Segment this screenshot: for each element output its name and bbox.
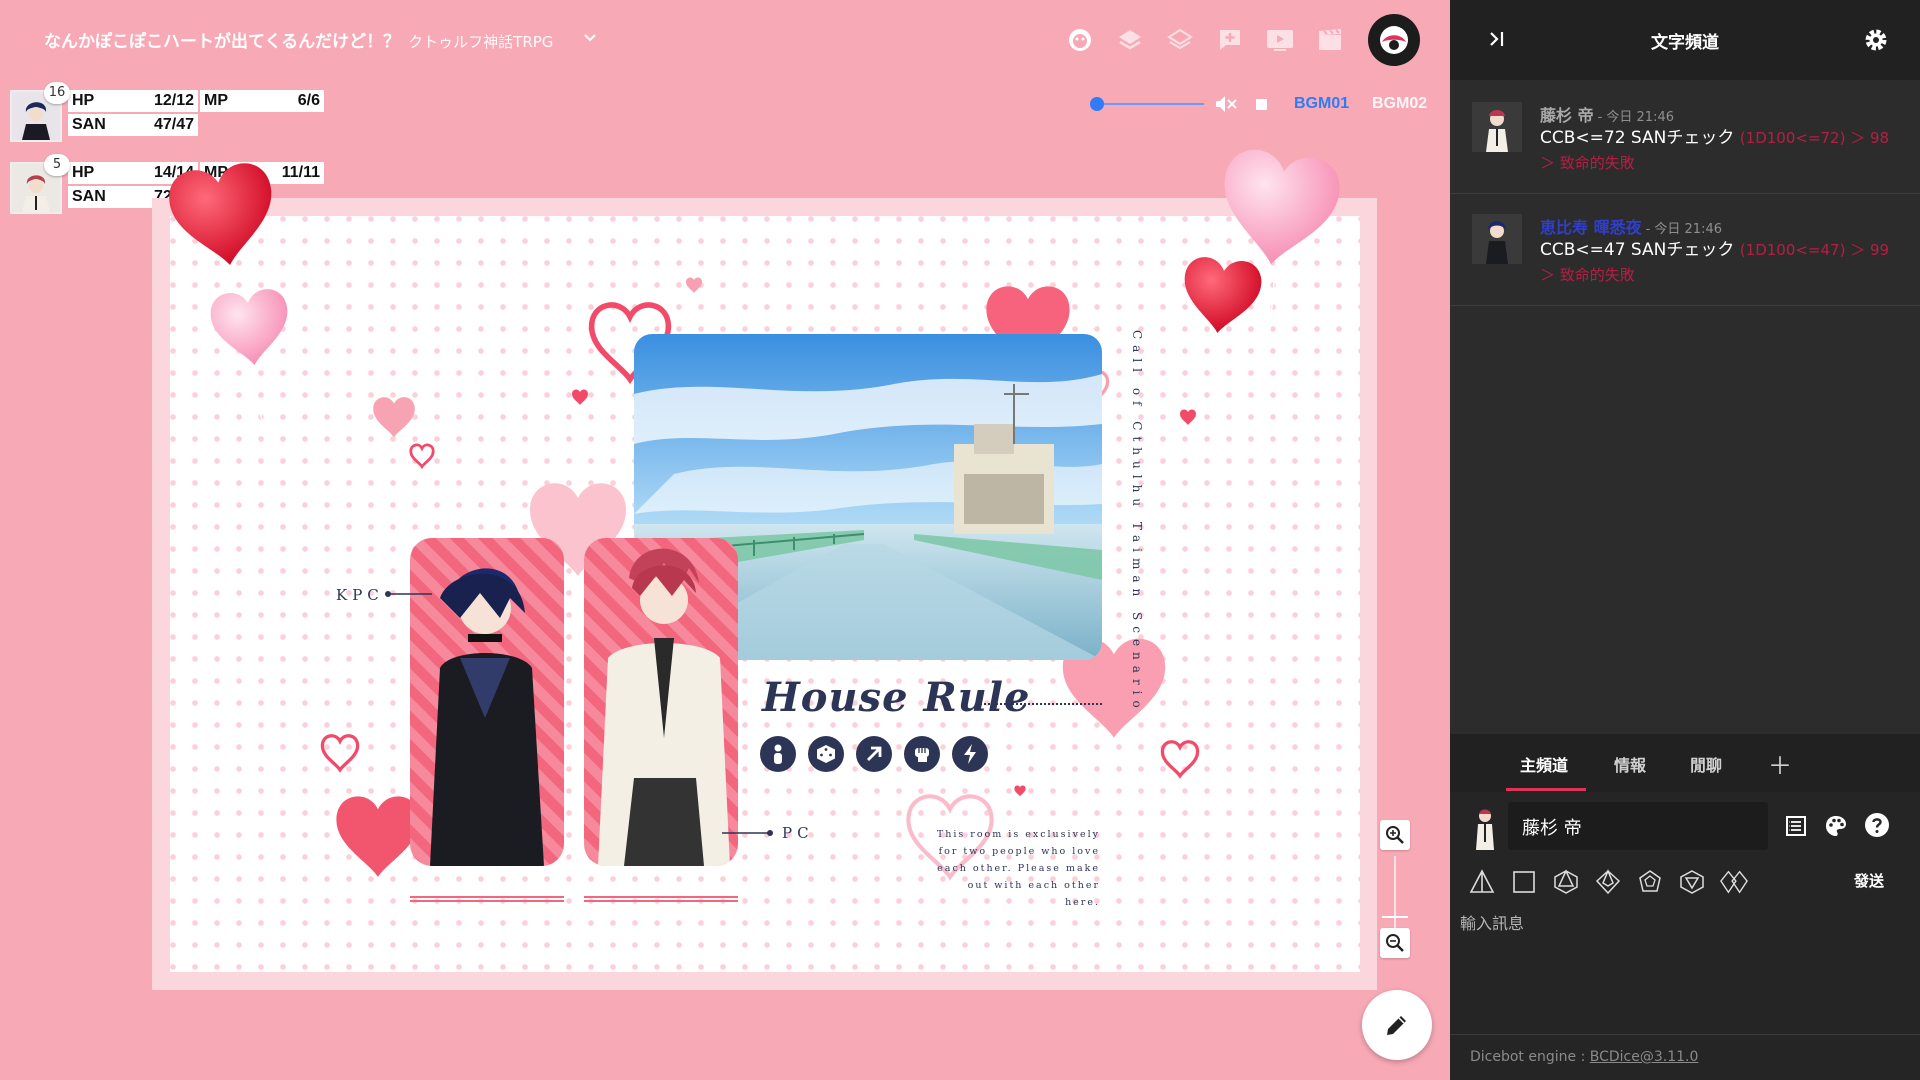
message-avatar xyxy=(1472,214,1522,264)
gear-icon[interactable] xyxy=(1862,26,1890,54)
arrow-up-right-icon xyxy=(856,736,892,772)
dicebot-prefix: Dicebot engine : xyxy=(1470,1049,1590,1065)
message-sender: 恵比寿 暉悉夜 - 今日 21:46 xyxy=(1540,214,1722,238)
zoom-slider-handle[interactable] xyxy=(1382,916,1408,918)
d20-icon[interactable] xyxy=(1678,868,1706,896)
chat-message: 恵比寿 暉悉夜 - 今日 21:46 CCB<=47 SANチェック (1D100… xyxy=(1450,194,1920,306)
message-avatar xyxy=(1472,102,1522,152)
active-tab-indicator xyxy=(1506,788,1586,791)
d6-icon[interactable] xyxy=(1510,868,1538,896)
tab-info[interactable]: 情報 xyxy=(1614,752,1646,776)
room-note: This room is exclusively for two people … xyxy=(936,829,1100,908)
chat-tabs: 主頻道 情報 閒聊 ＋ xyxy=(1450,734,1920,792)
chat-header: 文字頻道 xyxy=(1450,0,1920,80)
d8-icon[interactable] xyxy=(1552,868,1580,896)
dicebot-link[interactable]: BCDice@3.11.0 xyxy=(1590,1049,1699,1065)
stage: なんかぽこぽこハートが出てくるんだけど！？ クトゥルフ神話TRPG 16 HP … xyxy=(0,0,1450,1080)
edit-button[interactable] xyxy=(1362,990,1432,1060)
house-rule-icons xyxy=(760,736,988,772)
speaker-select[interactable]: 藤杉 帝 xyxy=(1508,802,1768,850)
d100-icon[interactable] xyxy=(1720,868,1748,896)
kpc-label: KPC xyxy=(336,586,384,604)
chat-message: 藤杉 帝- 今日 21:46 CCB<=72 SANチェック (1D100<=7… xyxy=(1450,82,1920,194)
d10-icon[interactable] xyxy=(1594,868,1622,896)
message-input[interactable] xyxy=(1460,910,1910,1020)
message-sender-name: 恵比寿 暉悉夜 xyxy=(1540,218,1642,237)
character-sheet-icon[interactable] xyxy=(1784,814,1808,838)
message-text: CCB<=47 SANチェック xyxy=(1540,240,1735,260)
house-rule-dotted-line xyxy=(980,703,1102,705)
dicebot-footer: Dicebot engine : BCDice@3.11.0 xyxy=(1450,1034,1920,1080)
zoom-in-icon xyxy=(1386,826,1404,844)
pc-label: PC xyxy=(782,824,814,842)
send-button[interactable]: 發送 xyxy=(1854,870,1884,891)
fist-icon xyxy=(904,736,940,772)
scenario-vertical-title: Call of Cthulhu Taiman Scenario xyxy=(1130,330,1144,714)
message-sender: 藤杉 帝- 今日 21:46 xyxy=(1540,102,1674,126)
dicebot-label: Dicebot engine : BCDice@3.11.0 xyxy=(1470,1049,1698,1065)
tab-main-channel[interactable]: 主頻道 xyxy=(1520,752,1568,776)
message-body: CCB<=72 SANチェック (1D100<=72) ＞ 98 ＞ 致命的失敗 xyxy=(1540,126,1900,176)
zoom-out-button[interactable] xyxy=(1380,928,1410,958)
message-time: - 今日 21:46 xyxy=(1597,110,1674,125)
chat-title: 文字頻道 xyxy=(1651,33,1719,53)
chat-panel: 文字頻道 藤杉 帝- 今日 21:46 CCB<=72 SANチェック (1D1… xyxy=(1450,0,1920,1080)
initiative-badge: 5 xyxy=(44,154,70,176)
person-icon xyxy=(760,736,796,772)
message-body: CCB<=47 SANチェック (1D100<=47) ＞ 99 ＞ 致命的失敗 xyxy=(1540,238,1900,288)
d12-icon[interactable] xyxy=(1636,868,1664,896)
zoom-out-icon xyxy=(1386,934,1404,952)
tab-chit-chat[interactable]: 閒聊 xyxy=(1690,752,1722,776)
message-sender-name: 藤杉 帝 xyxy=(1540,106,1594,125)
zoom-slider[interactable] xyxy=(1394,856,1396,938)
dice-toolbar xyxy=(1468,868,1748,896)
speaker-avatar[interactable] xyxy=(1470,806,1500,850)
pencil-icon xyxy=(1387,1016,1406,1035)
house-rule-title: House Rule xyxy=(762,674,1031,721)
palette-icon[interactable] xyxy=(1824,814,1848,838)
speaker-name: 藤杉 帝 xyxy=(1522,818,1582,839)
add-tab-button[interactable]: ＋ xyxy=(1768,746,1792,781)
dice-icon xyxy=(808,736,844,772)
zoom-in-button[interactable] xyxy=(1380,820,1410,850)
label-pointers xyxy=(385,591,773,836)
initiative-badge: 16 xyxy=(44,82,70,104)
lightning-icon xyxy=(952,736,988,772)
message-time: - 今日 21:46 xyxy=(1645,222,1722,237)
help-icon[interactable] xyxy=(1864,812,1890,838)
message-text: CCB<=72 SANチェック xyxy=(1540,128,1735,148)
d4-icon[interactable] xyxy=(1468,868,1496,896)
